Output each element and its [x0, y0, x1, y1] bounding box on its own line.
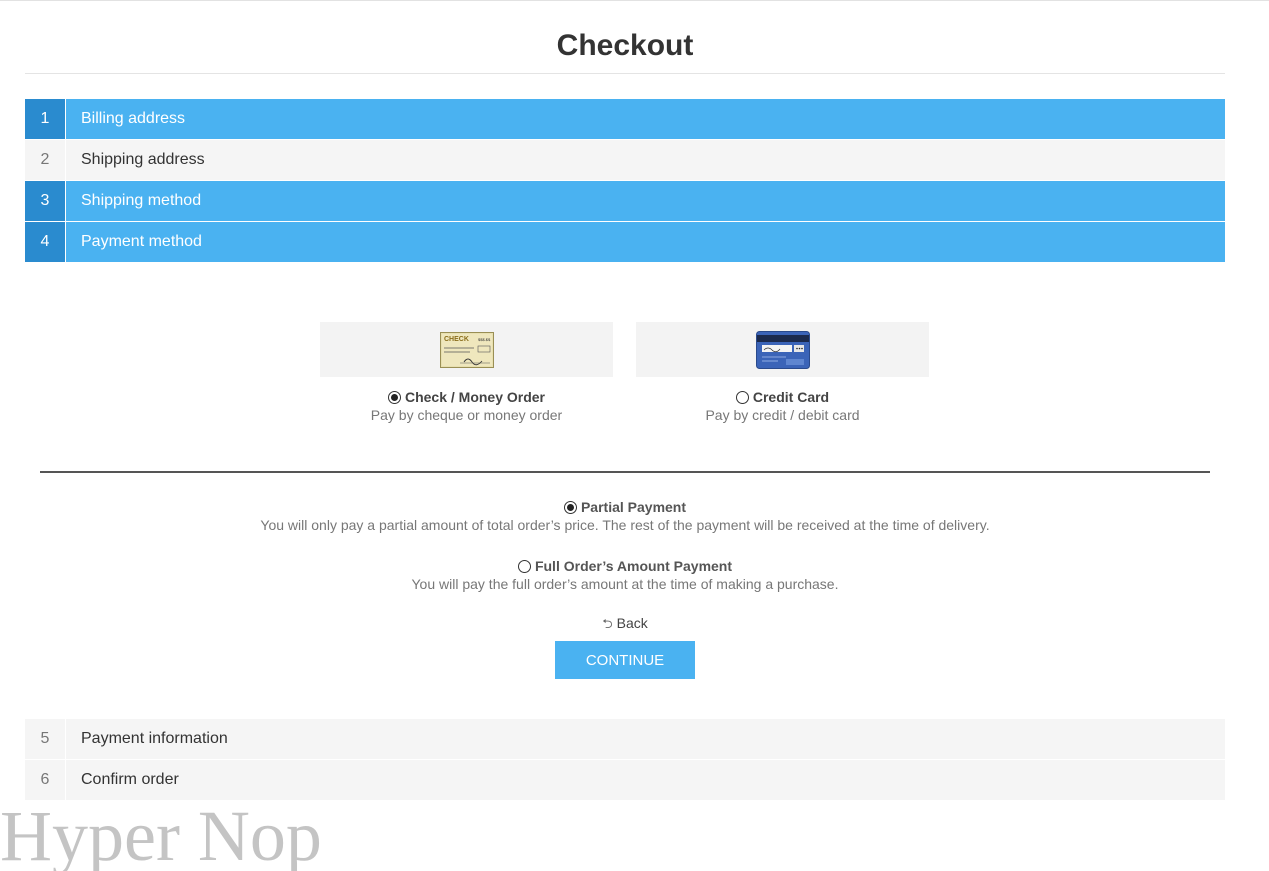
continue-button[interactable]: CONTINUE	[555, 641, 695, 679]
payment-method-credit-card[interactable]: Credit Card Pay by credit / debit card	[636, 322, 929, 423]
title-divider	[25, 73, 1225, 74]
back-link[interactable]: ⮌ Back	[25, 615, 1225, 637]
payment-method-description: Pay by cheque or money order	[370, 407, 563, 423]
payment-method-description: Pay by credit / debit card	[705, 407, 860, 423]
payment-option-label: Full Order’s Amount Payment	[534, 558, 733, 574]
section-divider	[40, 471, 1210, 473]
check-image-box: CHECK $$$.$$	[320, 322, 613, 377]
credit-card-icon	[755, 330, 810, 369]
step-label: Payment method	[81, 233, 202, 250]
check-icon: CHECK $$$.$$	[439, 331, 494, 368]
checkout-steps-bottom: 5 Payment information 6 Confirm order	[25, 719, 1225, 801]
payment-method-check[interactable]: CHECK $$$.$$ Check / Money Order Pay by …	[320, 322, 613, 423]
check-money-order-radio[interactable]	[387, 390, 401, 404]
step-label: Billing address	[81, 110, 186, 127]
step-number: 5	[25, 719, 66, 759]
partial-payment-option[interactable]: Partial Payment You will only pay a part…	[25, 499, 1225, 533]
full-payment-radio[interactable]	[517, 559, 531, 573]
payment-method-name[interactable]: Credit Card	[636, 389, 929, 405]
step-label: Payment information	[81, 730, 228, 747]
step-payment-information[interactable]: 5 Payment information	[25, 719, 1225, 760]
payment-option-name[interactable]: Partial Payment	[25, 499, 1225, 515]
payment-method-label: Check / Money Order	[404, 389, 546, 405]
step-label: Shipping method	[81, 192, 202, 209]
step-label: Confirm order	[81, 771, 179, 788]
credit-card-image-box	[636, 322, 929, 377]
payment-method-name[interactable]: Check / Money Order	[320, 389, 613, 405]
checkout-steps-top: 1 Billing address 2 Shipping address 3 S…	[25, 99, 1225, 263]
step-number: 4	[25, 222, 66, 262]
step-billing-address[interactable]: 1 Billing address	[25, 99, 1225, 140]
full-payment-option[interactable]: Full Order’s Amount Payment You will pay…	[25, 558, 1225, 592]
step-number: 3	[25, 181, 66, 221]
step-payment-method[interactable]: 4 Payment method	[25, 222, 1225, 263]
top-rule	[0, 0, 1269, 2]
payment-option-description: You will only pay a partial amount of to…	[260, 517, 990, 533]
check-amount: $$$.$$	[478, 337, 491, 342]
step-confirm-order[interactable]: 6 Confirm order	[25, 760, 1225, 801]
payment-option-name[interactable]: Full Order’s Amount Payment	[25, 558, 1225, 574]
watermark: Hyper Nop	[0, 796, 322, 871]
back-label: Back	[616, 615, 648, 631]
partial-payment-radio[interactable]	[563, 500, 577, 514]
step-shipping-method[interactable]: 3 Shipping method	[25, 181, 1225, 222]
credit-card-radio[interactable]	[735, 390, 749, 404]
payment-option-label: Partial Payment	[580, 499, 687, 515]
step-number: 1	[25, 99, 66, 139]
step-shipping-address[interactable]: 2 Shipping address	[25, 140, 1225, 181]
step-label: Shipping address	[81, 151, 205, 168]
payment-method-label: Credit Card	[752, 389, 830, 405]
payment-option-description: You will pay the full order’s amount at …	[411, 576, 839, 592]
step-number: 2	[25, 140, 66, 180]
check-word: CHECK	[444, 336, 469, 343]
back-arrow-icon: ⮌	[602, 616, 613, 631]
page-title: Checkout	[556, 29, 694, 62]
step-number: 6	[25, 760, 66, 800]
